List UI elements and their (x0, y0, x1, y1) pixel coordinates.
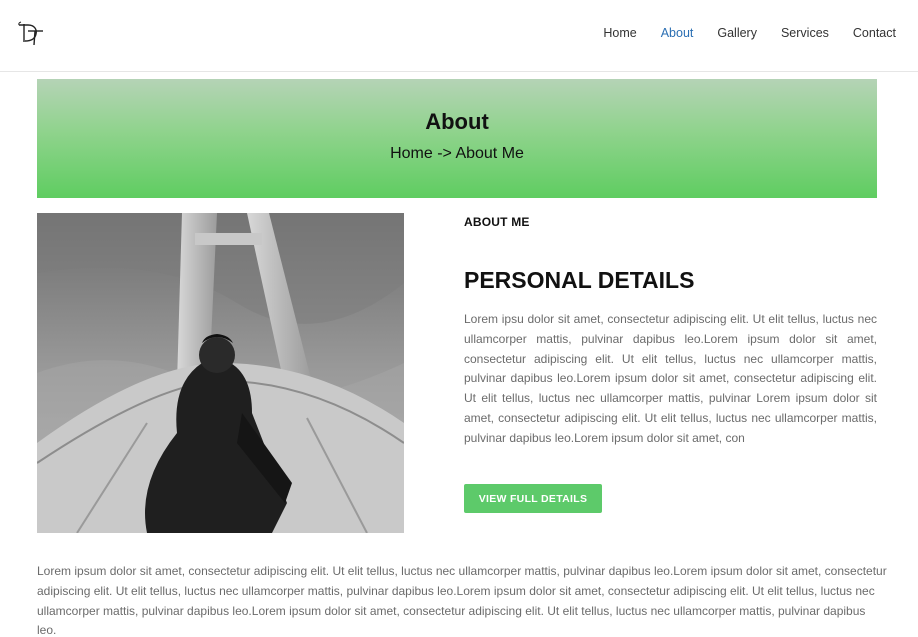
bottom-paragraph: Lorem ipsum dolor sit amet, consectetur … (37, 564, 887, 637)
breadcrumb: Home -> About Me (390, 145, 524, 162)
page-title: About (425, 109, 489, 134)
site-header: Home About Gallery Services Contact (0, 0, 918, 72)
nav-about[interactable]: About (661, 26, 694, 40)
logo-monogram-icon (18, 21, 43, 46)
nav-services[interactable]: Services (781, 26, 829, 40)
section-title: PERSONAL DETAILS (464, 267, 695, 293)
view-full-details-button[interactable]: VIEW FULL DETAILS (464, 484, 602, 513)
about-paragraph: Lorem ipsu dolor sit amet, consectetur a… (464, 312, 877, 445)
section-label: ABOUT ME (464, 215, 530, 229)
nav-home[interactable]: Home (603, 26, 636, 40)
nav-contact[interactable]: Contact (853, 26, 896, 40)
page-banner: About Home -> About Me (37, 79, 877, 198)
nav-gallery[interactable]: Gallery (717, 26, 757, 40)
site-logo[interactable] (16, 20, 46, 48)
profile-photo (37, 213, 404, 533)
main-nav: Home About Gallery Services Contact (579, 0, 896, 66)
